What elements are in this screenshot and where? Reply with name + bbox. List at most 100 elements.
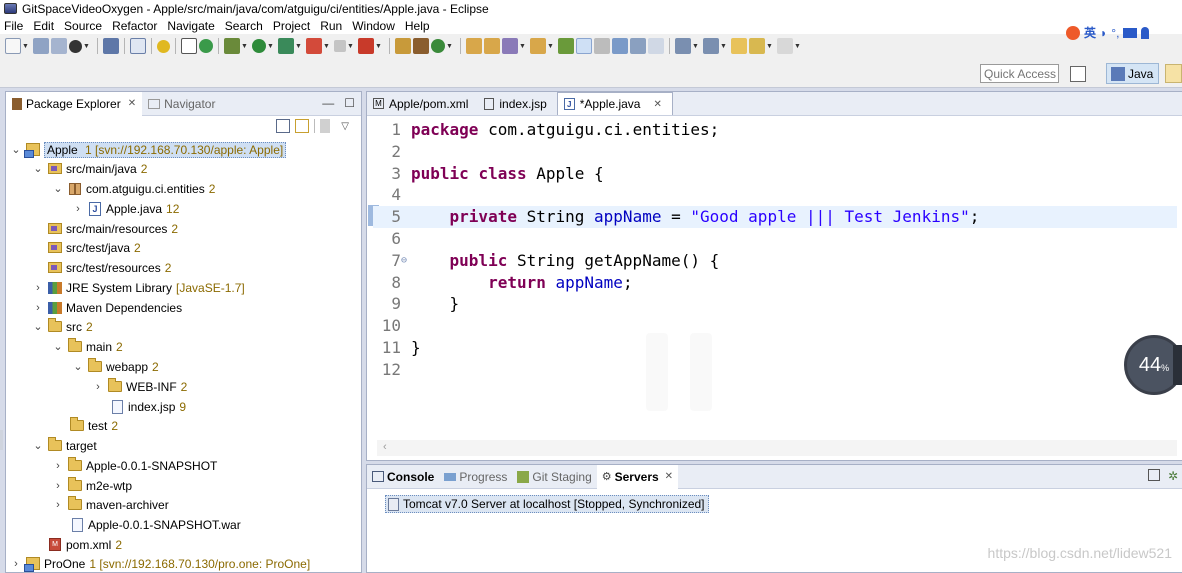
maximize-icon[interactable]: ☐: [344, 96, 355, 110]
tab-servers[interactable]: ⚙ Servers ✕: [596, 464, 679, 489]
tab-navigator[interactable]: Navigator: [142, 92, 221, 116]
chevron-right-icon[interactable]: ›: [52, 460, 64, 472]
tab-console[interactable]: Console: [367, 465, 439, 489]
next-annotation-dropdown-icon[interactable]: ▼: [692, 38, 699, 54]
menu-file[interactable]: File: [4, 19, 23, 33]
menu-help[interactable]: Help: [405, 19, 430, 33]
profile-icon[interactable]: [69, 39, 82, 53]
skip-breakpoints-icon[interactable]: [130, 38, 146, 54]
server-icon[interactable]: [358, 38, 374, 54]
scroll-left-icon[interactable]: ‹: [383, 441, 387, 453]
chevron-down-icon[interactable]: ⌄: [72, 360, 84, 373]
chevron-down-icon[interactable]: ⌄: [10, 143, 22, 156]
menu-project[interactable]: Project: [273, 19, 310, 33]
tree-item-target[interactable]: ⌄ target: [32, 436, 97, 455]
tree-item-jre-library[interactable]: › JRE System Library [JavaSE-1.7]: [32, 278, 245, 297]
minimize-icon[interactable]: —: [322, 96, 334, 110]
coverage-dropdown-icon[interactable]: ▼: [323, 38, 330, 54]
new-java-project-icon[interactable]: [395, 38, 411, 54]
menu-navigate[interactable]: Navigate: [167, 19, 214, 33]
open-task-icon[interactable]: [484, 38, 500, 54]
tree-item-maven-archiver[interactable]: › maven-archiver: [52, 495, 169, 514]
new-class-dropdown-icon[interactable]: ▼: [446, 38, 453, 54]
tree-item-apple-project[interactable]: ⌄ Apple 1 [svn://192.168.70.130/apple: A…: [10, 140, 287, 159]
save-icon[interactable]: [33, 38, 49, 54]
menu-source[interactable]: Source: [64, 19, 102, 33]
java-perspective-button[interactable]: Java: [1106, 63, 1160, 84]
profile-dropdown-icon[interactable]: ▼: [83, 38, 90, 54]
tab-git-staging[interactable]: Git Staging: [512, 465, 596, 489]
stop-dropdown-icon[interactable]: ▼: [347, 38, 354, 54]
search-pen-icon[interactable]: [502, 38, 518, 54]
tree-item-m2e-wtp[interactable]: › m2e-wtp: [52, 476, 132, 495]
fold-collapse-icon[interactable]: ⊖: [401, 250, 407, 272]
tab-index-jsp[interactable]: index.jsp: [478, 92, 556, 115]
collapse-icon[interactable]: [1147, 469, 1160, 481]
filter-icon[interactable]: [320, 119, 331, 133]
horizontal-scrollbar[interactable]: ‹: [377, 440, 1177, 456]
tree-item-src[interactable]: ⌄ src 2: [32, 317, 93, 336]
terminal-icon[interactable]: [103, 38, 119, 54]
forward-icon[interactable]: [777, 38, 793, 54]
new-dropdown-icon[interactable]: ▼: [22, 38, 29, 54]
debug-dropdown-icon[interactable]: ▼: [241, 38, 248, 54]
tree-item-package[interactable]: ⌄ com.atguigu.ci.entities 2: [52, 179, 215, 198]
tree-item-proone-project[interactable]: › ProOne 1 [svn://192.168.70.130/pro.one:…: [10, 554, 310, 572]
open-folder-dropdown-icon[interactable]: ▼: [547, 38, 554, 54]
chevron-right-icon[interactable]: ›: [72, 203, 84, 215]
coverage-icon[interactable]: [306, 38, 322, 54]
block-select-icon[interactable]: [612, 38, 628, 54]
link-with-editor-icon[interactable]: [295, 119, 310, 133]
prev-annotation-icon[interactable]: [703, 38, 719, 54]
ime-keyboard-icon[interactable]: [1123, 27, 1138, 38]
tab-package-explorer[interactable]: Package Explorer ✕: [6, 92, 143, 116]
chevron-right-icon[interactable]: ›: [32, 282, 44, 294]
run-external-dropdown-icon[interactable]: ▼: [295, 38, 302, 54]
error-icon[interactable]: [157, 39, 170, 53]
tree-item-src-test-java[interactable]: src/test/java 2: [47, 238, 141, 257]
chevron-right-icon[interactable]: ›: [32, 302, 44, 314]
server-entry-tomcat[interactable]: Tomcat v7.0 Server at localhost [Stopped…: [385, 495, 709, 513]
chevron-right-icon[interactable]: ›: [52, 480, 64, 492]
last-edit-icon[interactable]: [731, 38, 747, 54]
tree-item-webapp[interactable]: ⌄ webapp 2: [72, 357, 159, 376]
tree-item-war-file[interactable]: Apple-0.0.1-SNAPSHOT.war: [69, 515, 241, 534]
close-icon[interactable]: ✕: [665, 471, 673, 482]
new-package-icon[interactable]: [413, 38, 429, 54]
tree-item-test[interactable]: test 2: [69, 416, 118, 435]
chevron-down-icon[interactable]: ⌄: [32, 320, 44, 333]
tab-pom-xml[interactable]: M Apple/pom.xml: [367, 92, 478, 115]
javaee-perspective-icon[interactable]: [1165, 64, 1182, 83]
tree-item-web-inf[interactable]: › WEB-INF 2: [92, 377, 187, 396]
paragraph-icon[interactable]: [648, 38, 664, 54]
tab-progress[interactable]: Progress: [439, 465, 512, 489]
tree-item-main[interactable]: ⌄ main 2: [52, 337, 123, 356]
tree-item-index-jsp[interactable]: index.jsp 9: [109, 397, 186, 416]
highlight-icon[interactable]: [576, 38, 592, 54]
tree-item-src-main-java[interactable]: ⌄ src/main/java 2: [32, 159, 147, 178]
chevron-down-icon[interactable]: ⌄: [52, 340, 64, 353]
menu-refactor[interactable]: Refactor: [112, 19, 157, 33]
view-menu-icon[interactable]: ▽: [341, 121, 349, 132]
open-folder-icon[interactable]: [530, 38, 546, 54]
quick-access-input[interactable]: [980, 64, 1059, 83]
tab-apple-java[interactable]: J *Apple.java ✕: [556, 92, 673, 115]
search-dropdown-icon[interactable]: ▼: [519, 38, 526, 54]
tree-item-maven-dependencies[interactable]: › Maven Dependencies: [32, 298, 182, 317]
tree-item-apple-java[interactable]: › J Apple.java 12: [72, 199, 179, 218]
menu-window[interactable]: Window: [352, 19, 395, 33]
back-dropdown-icon[interactable]: ▼: [766, 38, 773, 54]
toggle-mark-icon[interactable]: [181, 38, 197, 54]
save-all-icon[interactable]: [51, 38, 67, 54]
ime-language[interactable]: 英: [1084, 24, 1096, 41]
show-whitespace-icon[interactable]: [630, 38, 646, 54]
refresh-icon[interactable]: [199, 39, 213, 53]
debug-icon[interactable]: [224, 38, 240, 54]
ime-punct-icon[interactable]: °,: [1111, 26, 1119, 40]
close-icon[interactable]: ✕: [653, 99, 661, 110]
chevron-down-icon[interactable]: ⌄: [32, 439, 44, 452]
back-icon[interactable]: [749, 38, 765, 54]
new-class-icon[interactable]: [431, 39, 445, 53]
menu-search[interactable]: Search: [225, 19, 263, 33]
tree-item-apple-snapshot[interactable]: › Apple-0.0.1-SNAPSHOT: [52, 456, 217, 475]
